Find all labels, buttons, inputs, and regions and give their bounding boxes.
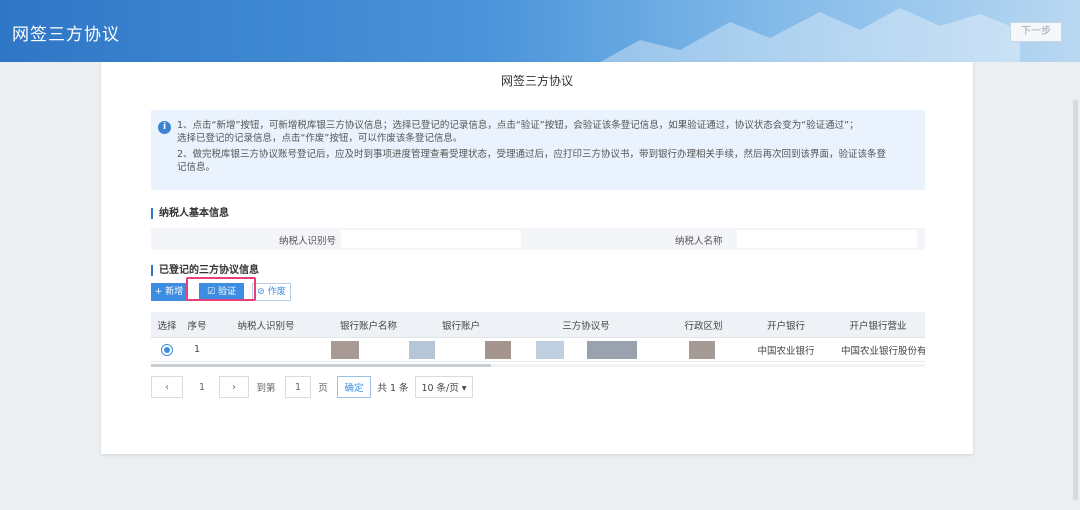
col-region: 行政区划 [684, 320, 723, 332]
taxpayer-id-label: 纳税人识别号 [279, 236, 337, 247]
app-title: 网签三方协议 [12, 25, 120, 45]
taxpayer-info-row: 纳税人识别号 纳税人名称 [151, 228, 925, 250]
redacted-block [409, 341, 435, 359]
table-h-scrollbar[interactable] [151, 364, 925, 367]
col-bank: 开户银行 [766, 320, 805, 332]
taxpayer-name-label: 纳税人名称 [675, 236, 723, 247]
redacted-block [331, 341, 359, 359]
notice-box: i 1、点击“新增”按钮，可新增税库银三方协议信息；选择已登记的记录信息，点击“… [151, 110, 925, 190]
row-branch: 中国农业银行股份有 [841, 345, 925, 357]
main-card: 网签三方协议 i 1、点击“新增”按钮，可新增税库银三方协议信息；选择已登记的记… [101, 62, 973, 454]
row-bank: 中国农业银行 [757, 345, 815, 357]
goto-page-input[interactable]: 1 [285, 376, 311, 398]
page-unit-label: 页 [318, 383, 328, 394]
notice-line-1: 1、点击“新增”按钮，可新增税库银三方协议信息；选择已登记的记录信息，点击“验证… [177, 120, 859, 131]
add-button[interactable]: + 新增 [151, 283, 187, 301]
col-select: 选择 [157, 320, 177, 332]
notice-line-2: 选择已登记的记录信息，点击“作废”按钮，可以作废该条登记信息。 [177, 133, 463, 144]
col-agreement-no: 三方协议号 [562, 320, 610, 332]
next-step-button[interactable]: 下一步 [1010, 22, 1062, 42]
page-v-scrollbar[interactable] [1073, 100, 1078, 500]
page-size-select[interactable]: 10 条/页 ▾ [415, 376, 473, 398]
col-index: 序号 [187, 320, 207, 332]
goto-label: 到第 [256, 383, 276, 394]
taxpayer-section-title: 纳税人基本信息 [151, 208, 229, 219]
notice-line-3: 2、做完税库银三方协议账号登记后，应及时到事项进度管理查看受理状态，受理通过后，… [177, 149, 887, 160]
mountain-decoration-icon [600, 8, 1020, 62]
redacted-block [587, 341, 637, 359]
scroll-thumb[interactable] [151, 364, 491, 367]
col-account: 银行账户 [441, 320, 480, 332]
total-count: 共 1 条 [377, 383, 409, 394]
row-index: 1 [193, 344, 201, 355]
taxpayer-name-value [737, 230, 917, 248]
confirm-button[interactable]: 确定 [337, 376, 371, 398]
table-row[interactable]: 1 中国农业银行 中国农业银行股份有 [151, 338, 925, 362]
taxpayer-id-value [341, 230, 521, 248]
notice-line-4: 记信息。 [177, 162, 216, 173]
page-title: 网签三方协议 [500, 74, 573, 88]
row-radio[interactable] [161, 343, 173, 356]
info-icon: i [158, 121, 171, 134]
agreements-table: 选择 序号 纳税人识别号 银行账户名称 银行账户 三方协议号 行政区划 开户银行… [151, 312, 925, 362]
next-page-button[interactable]: › [219, 376, 249, 398]
redacted-block [689, 341, 715, 359]
highlight-annotation [186, 277, 256, 301]
col-account-name: 银行账户名称 [339, 320, 397, 332]
redacted-block [536, 341, 564, 359]
col-branch: 开户银行营业 [849, 320, 907, 332]
redacted-block [485, 341, 511, 359]
void-button[interactable]: ⊘ 作废 [252, 283, 291, 301]
agreements-section-title: 已登记的三方协议信息 [151, 265, 259, 276]
table-header: 选择 序号 纳税人识别号 银行账户名称 银行账户 三方协议号 行政区划 开户银行… [151, 312, 925, 338]
current-page[interactable]: 1 [189, 376, 215, 398]
col-taxpayer-id: 纳税人识别号 [237, 320, 295, 332]
header-bar: 网签三方协议 下一步 [0, 0, 1080, 62]
prev-page-button[interactable]: ‹ [151, 376, 183, 398]
